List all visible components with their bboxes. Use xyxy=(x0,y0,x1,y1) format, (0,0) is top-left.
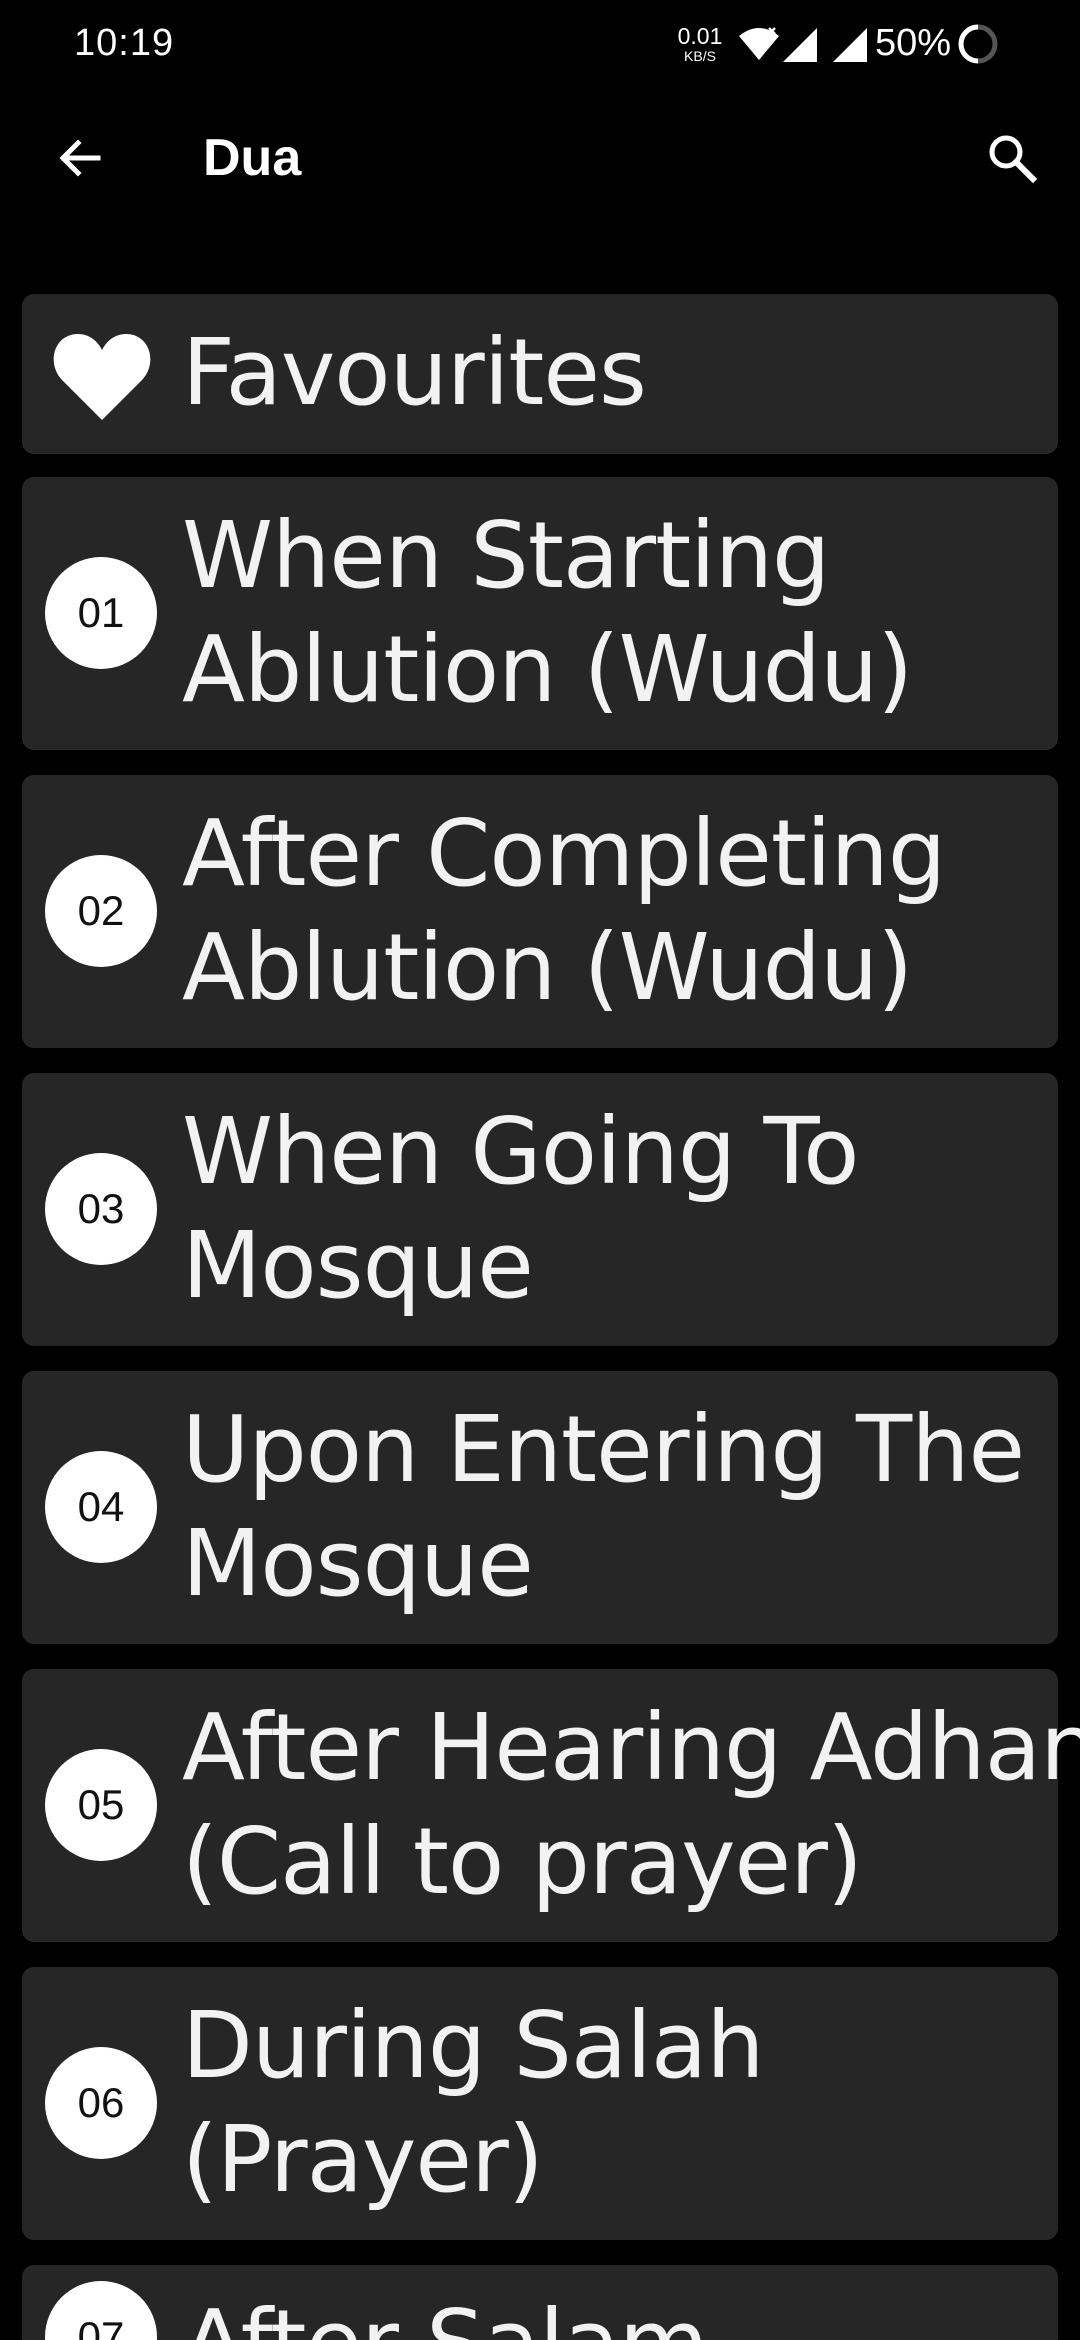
item-title-line1: During Salah xyxy=(182,1992,765,2099)
item-title-line1: After Salam xyxy=(182,2287,1042,2340)
item-title-line1: Upon Entering The xyxy=(182,1396,1025,1503)
item-number-badge: 07 xyxy=(45,2281,157,2340)
item-number-badge: 06 xyxy=(45,2047,157,2159)
item-title-line2: Ablution (Wudu) xyxy=(182,616,913,723)
item-title-line1: When Going To xyxy=(182,1098,859,1205)
list-item-07[interactable]: 07 After Salam xyxy=(22,2265,1058,2340)
item-title-line1: After Hearing Adhan xyxy=(182,1694,1080,1801)
item-title-line2: Mosque xyxy=(182,1510,534,1617)
favourites-item[interactable]: Favourites xyxy=(22,294,1058,454)
favourites-label: Favourites xyxy=(182,319,647,426)
item-title-line2: (Call to prayer) xyxy=(182,1808,863,1915)
list-item-05[interactable]: 05 After Hearing Adhan (Call to prayer) xyxy=(22,1669,1080,1942)
dua-list: Favourites 01 When Starting Ablution (Wu… xyxy=(0,0,1080,2340)
item-number-badge: 01 xyxy=(45,557,157,669)
item-title-line1: When Starting xyxy=(182,502,830,609)
list-item-03[interactable]: 03 When Going To Mosque xyxy=(22,1073,1058,1346)
list-item-04[interactable]: 04 Upon Entering The Mosque xyxy=(22,1371,1058,1644)
heart-icon xyxy=(52,330,152,427)
item-number-badge: 03 xyxy=(45,1153,157,1265)
item-title-line2: Mosque xyxy=(182,1212,534,1319)
item-number-badge: 02 xyxy=(45,855,157,967)
list-item-01[interactable]: 01 When Starting Ablution (Wudu) xyxy=(22,477,1058,750)
item-number-badge: 04 xyxy=(45,1451,157,1563)
item-title-line2: Ablution (Wudu) xyxy=(182,914,913,1021)
list-item-02[interactable]: 02 After Completing Ablution (Wudu) xyxy=(22,775,1058,1048)
list-item-06[interactable]: 06 During Salah (Prayer) xyxy=(22,1967,1058,2240)
item-title-line2: (Prayer) xyxy=(182,2106,544,2213)
item-number-badge: 05 xyxy=(45,1749,157,1861)
item-title-line1: After Completing xyxy=(182,800,946,907)
